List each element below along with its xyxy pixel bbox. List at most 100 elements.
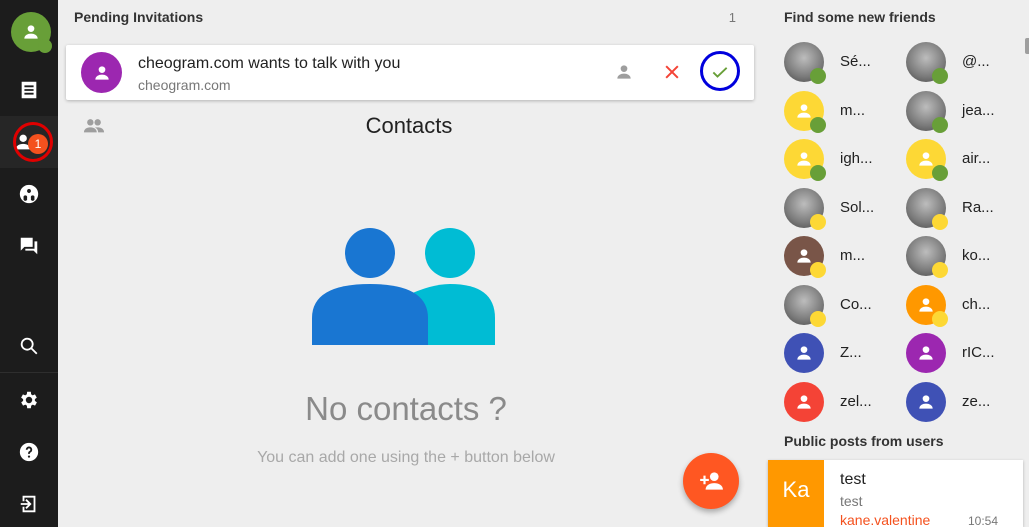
invitation-avatar (81, 52, 122, 93)
friend-name: Z... (840, 344, 862, 361)
scrollbar-thumb[interactable] (1025, 38, 1029, 54)
person-add-icon (700, 472, 723, 490)
pending-invitations-title: Pending Invitations (74, 9, 204, 25)
empty-state-subtitle: You can add one using the + button below (257, 449, 555, 466)
friend-suggestion[interactable]: m... (770, 89, 885, 133)
friend-avatar (784, 333, 824, 373)
public-posts-title: Public posts from users (784, 433, 944, 449)
presence-indicator (810, 165, 826, 181)
sidebar-item-profile[interactable] (0, 6, 58, 58)
presence-indicator (932, 213, 948, 230)
exit-icon (20, 495, 36, 513)
friend-suggestion[interactable]: Sol... (770, 186, 885, 230)
accept-button[interactable] (705, 57, 735, 87)
contacts-title: Contacts (365, 113, 453, 138)
sidebar-item-groups[interactable] (0, 168, 58, 220)
friend-name: Co... (840, 295, 872, 313)
person-icon (797, 152, 811, 166)
person-icon (797, 103, 811, 118)
receipt-icon (21, 81, 37, 99)
friend-name: jea... (962, 101, 995, 119)
friend-suggestion[interactable]: ch... (892, 283, 1007, 327)
friend-avatar (784, 381, 824, 422)
invitation-title: cheogram.com wants to talk with you (138, 55, 401, 72)
friend-suggestion[interactable]: ze... (892, 380, 1007, 424)
person-icon (797, 249, 811, 263)
close-icon (665, 65, 679, 79)
group-work-icon (19, 184, 39, 204)
view-profile-button[interactable] (609, 57, 639, 87)
my-status-indicator (38, 39, 52, 53)
friend-suggestion[interactable]: Ra... (892, 186, 1007, 230)
person-icon (617, 65, 631, 79)
person-icon (94, 65, 109, 80)
friend-suggestion[interactable]: @... (892, 40, 1007, 84)
friend-name: ze... (962, 392, 991, 410)
friend-name: m... (840, 101, 865, 119)
presence-indicator (810, 68, 826, 84)
find-friends-title: Find some new friends (784, 9, 936, 25)
friend-suggestion[interactable]: rIC... (892, 331, 1007, 375)
friend-name: Ra... (962, 198, 994, 216)
sidebar: 1 (0, 0, 58, 527)
friend-name: rIC... (962, 344, 995, 361)
post-avatar: Ka (768, 460, 824, 527)
friend-name: zel... (840, 392, 872, 410)
illustration-person-left-head (345, 228, 395, 278)
person-icon (919, 152, 933, 166)
friend-avatar (906, 333, 946, 373)
friend-suggestion[interactable]: Sé... (770, 40, 885, 84)
friend-suggestion[interactable]: air... (892, 137, 1007, 181)
friend-name: ch... (962, 295, 991, 313)
contacts-main: Pending Invitations 1 cheogram.com wants… (58, 0, 770, 527)
friend-suggestion[interactable]: Co... (770, 283, 885, 327)
sidebar-item-news[interactable] (0, 64, 58, 116)
illustration-person-right-head (425, 228, 475, 278)
person-icon (919, 346, 933, 360)
sidebar-item-chats[interactable] (0, 220, 58, 272)
sidebar-item-logout[interactable] (0, 478, 58, 527)
friend-name: ko... (962, 247, 991, 264)
post-body: test (840, 493, 863, 509)
invitation-subtitle: cheogram.com (138, 77, 231, 93)
friend-name: @... (962, 53, 990, 70)
sidebar-item-help[interactable] (0, 426, 58, 478)
post-time: 10:54 (968, 514, 999, 527)
post-title: test (840, 471, 866, 488)
presence-indicator (932, 68, 948, 84)
gear-icon (21, 391, 37, 409)
friend-name: Sé... (840, 53, 871, 70)
presence-indicator (810, 310, 826, 327)
friend-suggestion[interactable]: m... (770, 234, 885, 278)
invitation-card[interactable]: cheogram.com wants to talk with you cheo… (66, 45, 754, 100)
friend-avatar (906, 381, 946, 422)
friend-name: igh... (840, 150, 873, 167)
presence-indicator (810, 116, 826, 133)
friend-suggestion[interactable]: ko... (892, 234, 1007, 278)
pending-count: 1 (728, 10, 736, 25)
illustration-person-left-body (312, 284, 428, 345)
friend-suggestion[interactable]: jea... (892, 89, 1007, 133)
sidebar-item-search[interactable] (0, 320, 58, 372)
post-author[interactable]: kane.valentine (840, 512, 930, 527)
help-icon (19, 442, 39, 462)
empty-state-title: No contacts ? (305, 390, 507, 427)
presence-indicator (810, 213, 826, 230)
presence-indicator (932, 310, 948, 327)
contacts-badge: 1 (28, 134, 48, 154)
presence-indicator (810, 262, 826, 278)
check-icon (712, 67, 728, 78)
friend-suggestion[interactable]: Z... (770, 331, 885, 375)
friend-suggestion[interactable]: zel... (770, 380, 885, 424)
presence-indicator (932, 165, 948, 181)
sidebar-item-settings[interactable] (0, 374, 58, 426)
person-icon (24, 25, 38, 39)
empty-contacts-illustration (312, 228, 495, 345)
friend-name: m... (840, 247, 865, 264)
add-contact-button[interactable] (683, 453, 739, 509)
search-icon (20, 337, 38, 355)
post-card[interactable]: Ka test test kane.valentine 10:54 (768, 460, 1023, 527)
friend-suggestion[interactable]: igh... (770, 137, 885, 181)
forum-icon (20, 237, 38, 255)
decline-button[interactable] (657, 57, 687, 87)
